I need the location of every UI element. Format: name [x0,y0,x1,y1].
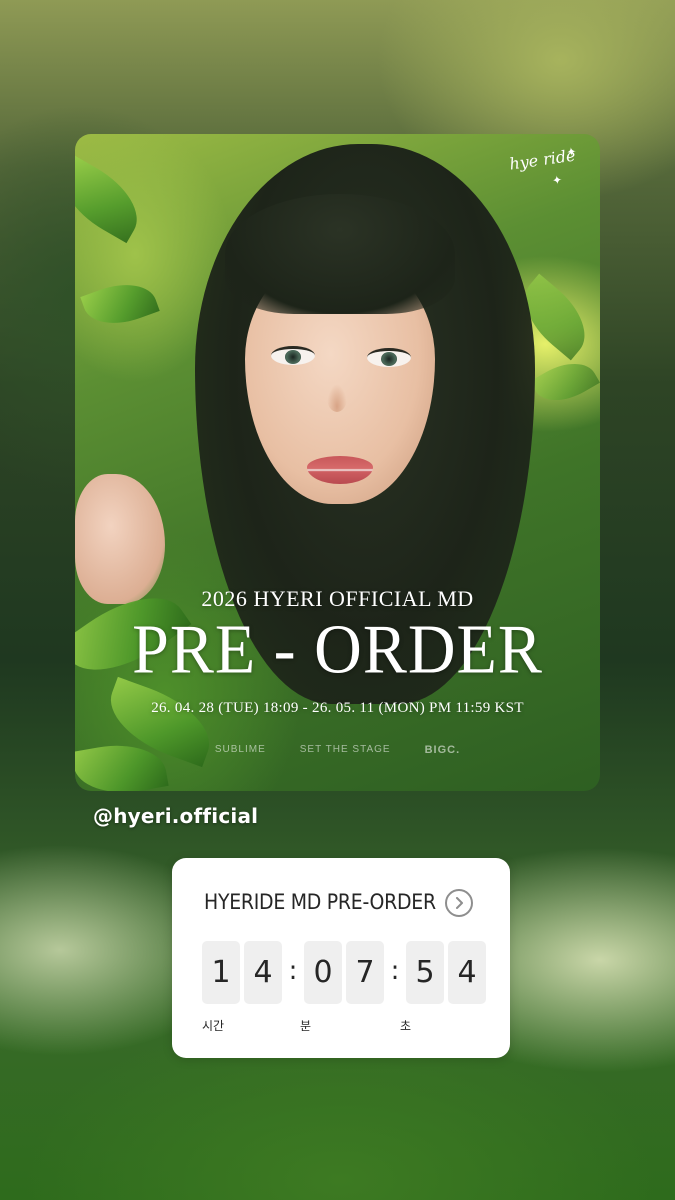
chevron-right-icon[interactable] [445,889,473,917]
countdown-digits: 1 4 : 0 7 : 5 4 [202,941,490,1004]
countdown-sticker[interactable]: HYERIDE MD PRE-ORDER 1 4 : 0 7 : 5 4 시간 … [172,858,510,1058]
minutes-label: 분 [300,1019,312,1033]
hours-ones-digit: 4 [244,941,282,1004]
portrait-bangs [225,194,455,314]
time-separator: : [390,955,400,986]
leaf-decoration [75,154,152,244]
hours-label: 시간 [202,1019,225,1033]
sponsor-set-the-stage: SET THE STAGE [299,744,391,755]
leaf-decoration [80,273,160,335]
sparkle-icon: ✦ [565,144,578,160]
minutes-tens-digit: 0 [304,941,342,1004]
seconds-ones-digit: 4 [448,941,486,1004]
hours-tens-digit: 1 [202,941,240,1004]
poster-image[interactable]: hye ride ✦ ✦ 2026 HYERI OFFICIAL MD PRE … [75,134,600,791]
portrait-nose [327,384,347,412]
leaf-decoration [530,351,600,413]
portrait-eye-right [367,348,411,367]
mention-sticker[interactable]: @hyeri.official [93,804,258,828]
time-separator: : [288,955,298,986]
poster-headline: PRE - ORDER [132,610,543,689]
seconds-label: 초 [400,1019,412,1033]
seconds-tens-digit: 5 [406,941,444,1004]
sparkle-icon: ✦ [551,172,564,188]
poster-dates: 26. 04. 28 (TUE) 18:09 - 26. 05. 11 (MON… [151,700,524,716]
story-viewer[interactable]: hye ride ✦ ✦ 2026 HYERI OFFICIAL MD PRE … [0,0,675,1200]
sponsor-bigc: BIGC. [424,744,461,756]
portrait-hand [75,474,165,604]
sponsor-logos: SUBLIME SET THE STAGE BIGC. [75,744,600,756]
countdown-title: HYERIDE MD PRE-ORDER [204,890,436,914]
poster-subtitle: 2026 HYERI OFFICIAL MD [201,586,474,611]
portrait-eye-left [271,346,315,365]
minutes-ones-digit: 7 [346,941,384,1004]
hyeride-logo: hye ride ✦ ✦ [508,144,593,200]
sponsor-sublime: SUBLIME [214,744,266,755]
